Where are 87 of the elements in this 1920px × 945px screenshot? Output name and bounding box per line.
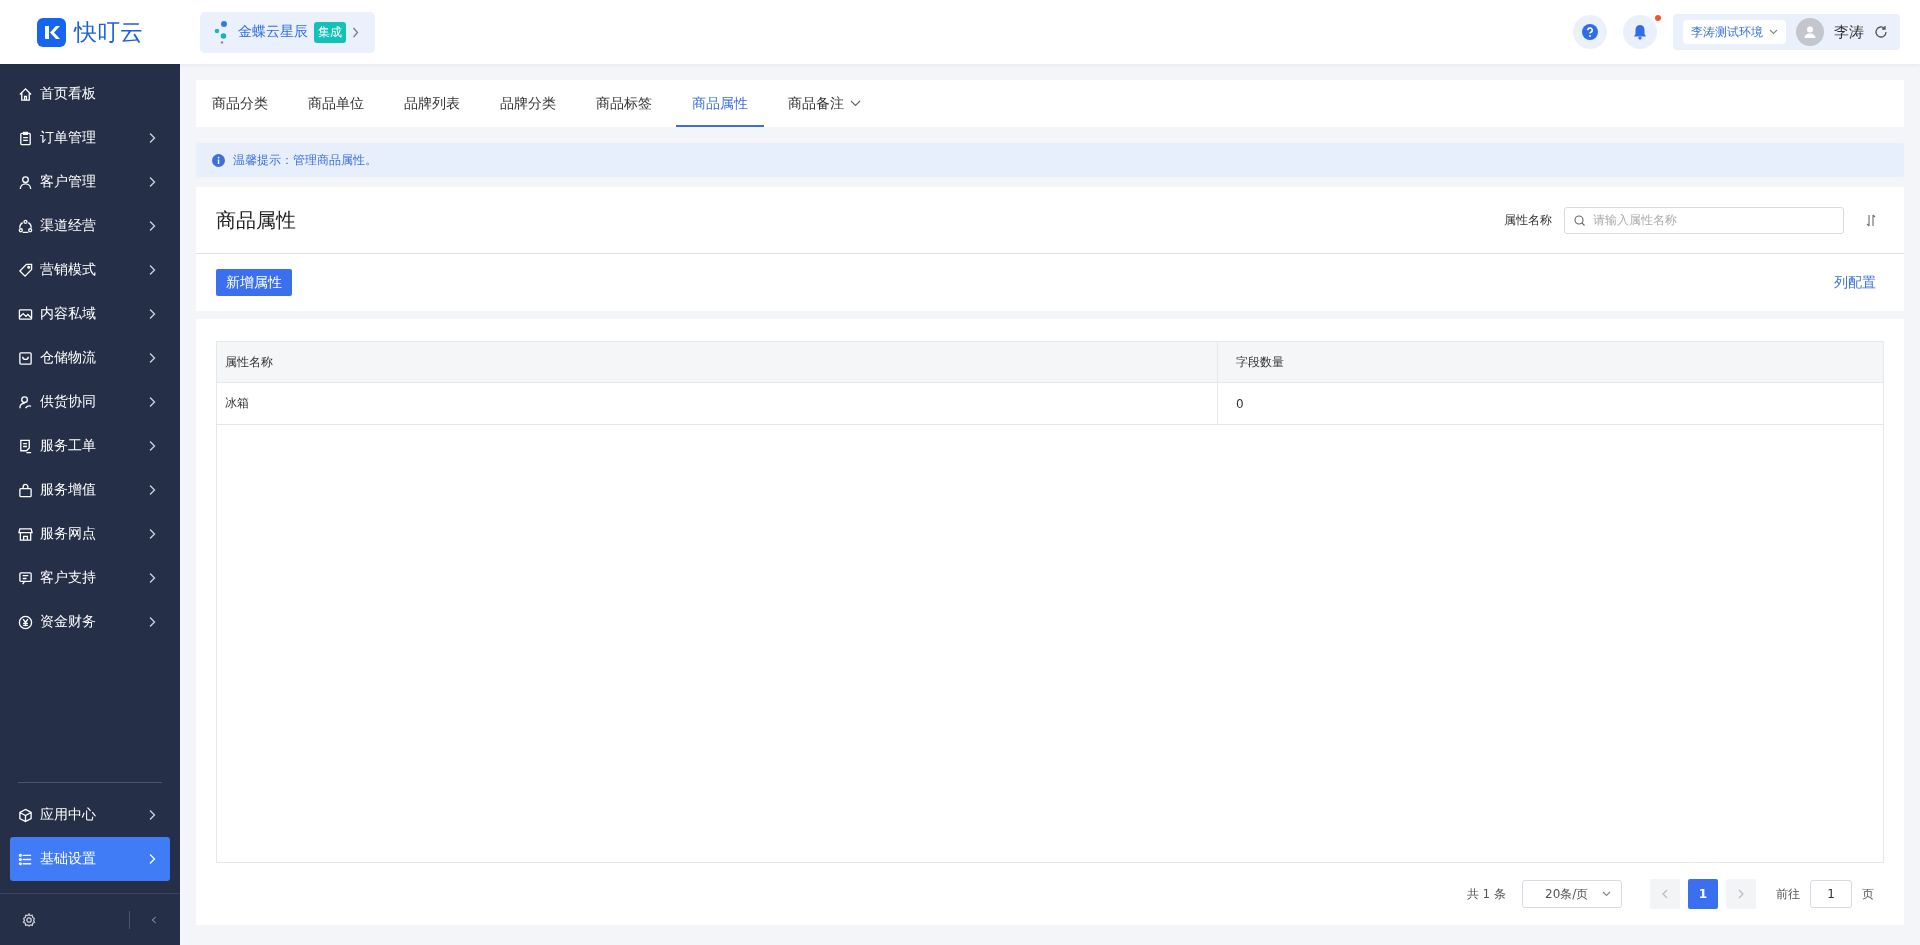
box-icon xyxy=(18,350,33,366)
person-icon xyxy=(18,174,33,190)
table-cell: 0 xyxy=(1217,383,1883,424)
sidebar-item[interactable]: 资金财务 xyxy=(10,600,170,644)
tab[interactable]: 商品分类 xyxy=(196,80,284,127)
chevron-right-icon xyxy=(148,176,156,188)
integration-badge: 集成 xyxy=(314,21,346,43)
refresh-icon[interactable] xyxy=(1874,25,1888,39)
chevron-right-icon xyxy=(1738,889,1744,899)
sidebar-item[interactable]: 服务网点 xyxy=(10,512,170,556)
logo-text: 快叮云 xyxy=(74,17,143,47)
chevron-right-icon xyxy=(148,853,156,865)
sidebar-item[interactable]: 营销模式 xyxy=(10,248,170,292)
chevron-right-icon xyxy=(148,308,156,320)
chevron-right-icon xyxy=(148,616,156,628)
bell-icon xyxy=(1633,24,1647,40)
chevron-right-icon xyxy=(148,352,156,364)
add-attribute-button[interactable]: 新增属性 xyxy=(216,269,292,296)
chevron-right-icon xyxy=(148,264,156,276)
sidebar-item[interactable]: 内容私域 xyxy=(10,292,170,336)
page-title: 商品属性 xyxy=(216,206,297,234)
logo-icon xyxy=(37,17,66,47)
environment-dropdown[interactable]: 李涛测试环境 xyxy=(1683,20,1786,44)
document-icon xyxy=(18,438,33,454)
clipboard-icon xyxy=(18,130,33,146)
sidebar-item[interactable]: 基础设置 xyxy=(10,837,170,881)
caret-down-icon xyxy=(1602,891,1611,897)
tab[interactable]: 商品单位 xyxy=(292,80,380,127)
sidebar-item[interactable]: 仓储物流 xyxy=(10,336,170,380)
person-icon xyxy=(18,394,33,410)
caret-down-icon xyxy=(850,100,861,107)
column-header: 字段数量 xyxy=(1217,342,1883,382)
sidebar-item[interactable]: 服务工单 xyxy=(10,424,170,468)
message-icon xyxy=(18,570,33,586)
table-cell-text: 冰箱 xyxy=(224,395,250,412)
column-header: 属性名称 xyxy=(217,342,1217,382)
yen-icon xyxy=(18,614,33,630)
page-suffix: 页 xyxy=(1862,885,1874,903)
nodes-icon xyxy=(18,218,33,234)
tab[interactable]: 商品备注 xyxy=(772,80,877,127)
sidebar-item[interactable]: 客户支持 xyxy=(10,556,170,600)
tag-icon xyxy=(18,262,33,278)
chevron-right-icon xyxy=(148,528,156,540)
chevron-right-icon xyxy=(148,572,156,584)
tab[interactable]: 品牌分类 xyxy=(484,80,572,127)
sort-icon[interactable] xyxy=(1866,213,1876,227)
filter-label: 属性名称 xyxy=(1504,211,1552,229)
bag-icon xyxy=(18,482,33,498)
caret-down-icon xyxy=(1769,29,1778,35)
notice-text: 温馨提示：管理商品属性。 xyxy=(233,151,377,169)
chevron-right-icon xyxy=(148,484,156,496)
sidebar-item[interactable]: 应用中心 xyxy=(10,793,170,837)
sidebar-item[interactable]: 服务增值 xyxy=(10,468,170,512)
chevron-right-icon xyxy=(148,132,156,144)
sidebar-item[interactable]: 渠道经营 xyxy=(10,204,170,248)
list-icon xyxy=(18,851,33,867)
chevron-right-icon xyxy=(148,809,156,821)
house-icon xyxy=(18,86,33,102)
search-field[interactable]: 请输入属性名称 xyxy=(1564,206,1844,234)
tab[interactable]: 商品属性 xyxy=(676,80,764,127)
help-icon xyxy=(1582,24,1598,40)
tab[interactable]: 商品标签 xyxy=(580,80,668,127)
integration-chip[interactable]: 金蝶云星辰 集成 xyxy=(200,11,375,53)
chevron-right-icon xyxy=(148,220,156,232)
page-size-dropdown[interactable]: 20条/页 xyxy=(1522,880,1622,908)
settings-icon[interactable] xyxy=(22,912,36,927)
info-icon xyxy=(212,153,225,167)
sidebar-item[interactable]: 订单管理 xyxy=(10,116,170,160)
chevron-left-icon xyxy=(1662,889,1668,899)
page-input[interactable]: 1 xyxy=(1810,880,1852,908)
chevron-right-icon xyxy=(148,440,156,452)
tab[interactable]: 品牌列表 xyxy=(388,80,476,127)
sidebar-item[interactable]: 首页看板 xyxy=(10,72,170,116)
help-button[interactable] xyxy=(1573,15,1607,49)
search-icon xyxy=(1574,214,1585,226)
user-name: 李涛 xyxy=(1834,22,1864,42)
cube-icon xyxy=(18,807,33,823)
column-config-link[interactable]: 列配置 xyxy=(1834,273,1876,292)
total-count: 共 1 条 xyxy=(1466,885,1506,903)
goto-label: 前往 xyxy=(1776,885,1800,903)
sidebar-item[interactable]: 供货协同 xyxy=(10,380,170,424)
image-icon xyxy=(18,306,33,322)
shop-icon xyxy=(18,526,33,542)
chevron-right-icon xyxy=(148,396,156,408)
sidebar-item[interactable]: 客户管理 xyxy=(10,160,170,204)
page-number[interactable]: 1 xyxy=(1688,879,1718,909)
chevron-right-icon xyxy=(352,26,359,38)
